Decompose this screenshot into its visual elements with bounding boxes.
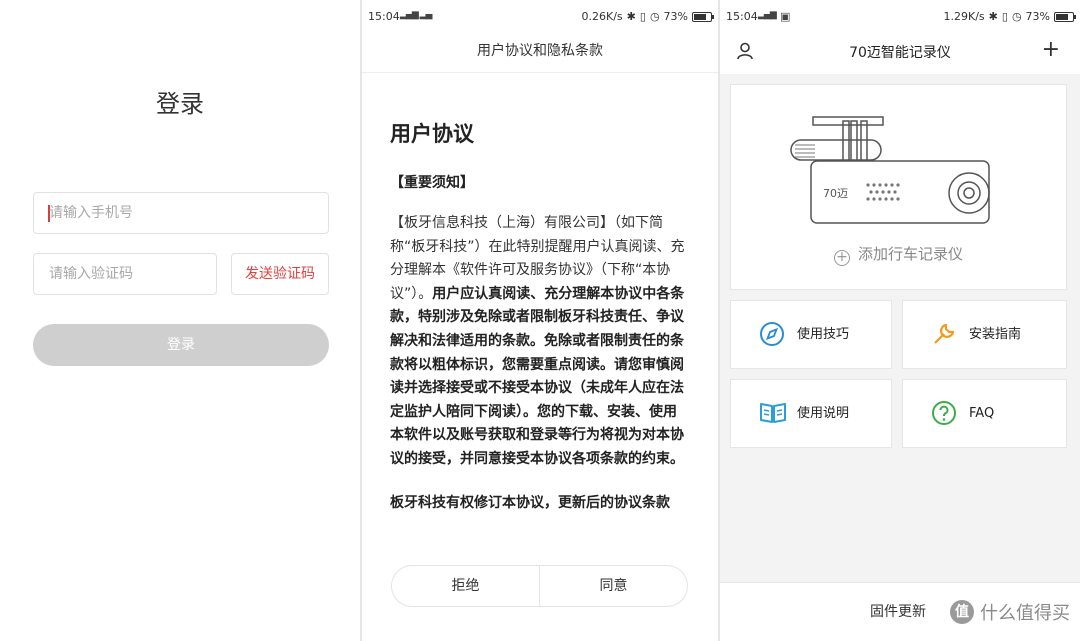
- verification-code-input[interactable]: 请输入验证码: [33, 253, 217, 295]
- tile-label: 使用技巧: [797, 327, 850, 342]
- tile-tips[interactable]: 使用技巧: [730, 300, 892, 369]
- bold-terms-text: 用户应认真阅读、充分理解本协议中各条款，特别涉及免除或者限制板牙科技责任、争议解…: [390, 285, 685, 467]
- phone-placeholder: 请输入手机号: [49, 205, 133, 221]
- signal-icon: ▂▄▆: [758, 10, 777, 20]
- battery-icon: [692, 11, 714, 22]
- watermark: 值 什么值得买: [950, 599, 1070, 625]
- battery-percent: 73%: [663, 10, 688, 23]
- compass-icon: [759, 321, 785, 351]
- bottom-bar: 固件更新 值 什么值得买: [720, 582, 1080, 641]
- agreement-document[interactable]: 用户协议 【重要须知】 【板牙信息科技（上海）有限公司】（如下简称“板牙科技”）…: [390, 118, 690, 512]
- tile-manual[interactable]: 使用说明: [730, 379, 892, 448]
- agreement-heading: 用户协议: [390, 122, 474, 146]
- tile-label: 使用说明: [797, 406, 850, 421]
- device-card[interactable]: 70迈 + 添加行车记录仪: [730, 84, 1067, 290]
- agreement-paragraph-cut: 板牙科技有权修订本协议，更新后的协议条款: [390, 494, 670, 511]
- network-speed: 1.29K/s: [943, 10, 985, 23]
- dashcam-illustration: [790, 116, 990, 224]
- add-icon[interactable]: +: [1042, 39, 1060, 61]
- tile-faq[interactable]: FAQ: [902, 379, 1067, 448]
- login-title: 登录: [156, 90, 204, 118]
- alarm-icon: ◷: [1011, 10, 1022, 23]
- status-right: 1.29K/s ✱ ▯ ◷ 73%: [943, 10, 1076, 23]
- status-bar: 15:04 ▂▄▆ ▣ 1.29K/s ✱ ▯ ◷ 73%: [720, 0, 1080, 34]
- alarm-icon: ◷: [649, 10, 660, 23]
- tile-install-guide[interactable]: 安装指南: [902, 300, 1067, 369]
- vibrate-icon: ▯: [639, 10, 646, 23]
- login-screen: 登录 请输入手机号 请输入验证码 发送验证码 登录: [0, 0, 360, 641]
- important-notice: 【重要须知】: [390, 175, 474, 191]
- home-screen: 15:04 ▂▄▆ ▣ 1.29K/s ✱ ▯ ◷ 73% 70迈智能记录仪 +: [720, 0, 1080, 641]
- status-bar: 15:04 ▂▄▆ ▂▄ 0.26K/s ✱ ▯ ◷ 73%: [362, 0, 718, 34]
- device-brand-logo: 70迈: [823, 187, 848, 200]
- reject-button[interactable]: 拒绝: [392, 566, 539, 606]
- app-header: 70迈智能记录仪 +: [720, 34, 1080, 74]
- watermark-badge: 值: [950, 600, 974, 624]
- status-right: 0.26K/s ✱ ▯ ◷ 73%: [581, 10, 714, 23]
- battery-percent: 73%: [1025, 10, 1050, 23]
- page-title: 用户协议和隐私条款: [477, 43, 603, 59]
- send-code-button[interactable]: 发送验证码: [231, 253, 329, 295]
- bluetooth-icon: ✱: [988, 10, 998, 23]
- help-circle-icon: [931, 400, 957, 430]
- add-circle-icon: +: [833, 250, 850, 266]
- battery-icon: [1054, 11, 1076, 22]
- firmware-update-button[interactable]: 固件更新: [870, 601, 926, 621]
- status-time: 15:04: [726, 10, 758, 23]
- phone-input[interactable]: 请输入手机号: [33, 192, 329, 234]
- bluetooth-icon: ✱: [626, 10, 636, 23]
- code-placeholder: 请输入验证码: [49, 266, 133, 282]
- login-button[interactable]: 登录: [33, 324, 329, 366]
- tile-label: FAQ: [969, 406, 995, 421]
- vibrate-icon: ▯: [1001, 10, 1008, 23]
- network-speed: 0.26K/s: [581, 10, 623, 23]
- nav-divider: [362, 72, 718, 73]
- signal-icon: ▂▄▆ ▂▄: [400, 10, 432, 20]
- status-time: 15:04: [368, 10, 400, 23]
- image-notification-icon: ▣: [780, 10, 791, 23]
- agree-button[interactable]: 同意: [540, 566, 687, 606]
- wrench-icon: [931, 321, 957, 351]
- watermark-text: 什么值得买: [980, 603, 1070, 624]
- app-title: 70迈智能记录仪: [849, 45, 951, 61]
- agreement-screen: 15:04 ▂▄▆ ▂▄ 0.26K/s ✱ ▯ ◷ 73% 用户协议和隐私条款…: [362, 0, 718, 641]
- agreement-actions: 拒绝 同意: [391, 565, 688, 607]
- tile-label: 安装指南: [969, 327, 1022, 342]
- agreement-paragraph: 【板牙信息科技（上海）有限公司】（如下简称“板牙科技”）在此特别提醒用户认真阅读…: [390, 212, 690, 472]
- add-device-label: 添加行车记录仪: [857, 245, 963, 263]
- book-icon: [759, 400, 787, 430]
- add-device-button[interactable]: + 添加行车记录仪: [731, 243, 1066, 266]
